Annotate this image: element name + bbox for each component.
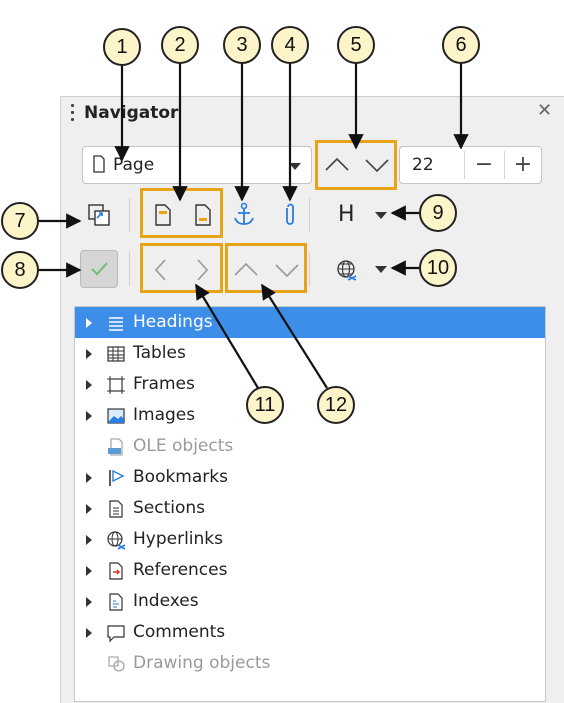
callout-7: 7 xyxy=(1,202,39,240)
callout-6: 6 xyxy=(442,26,480,64)
callout-3: 3 xyxy=(223,26,261,64)
callout-leader-lines xyxy=(37,63,469,389)
callout-12: 12 xyxy=(317,386,355,424)
callout-5: 5 xyxy=(337,26,375,64)
callout-9: 9 xyxy=(419,194,457,232)
callout-4: 4 xyxy=(271,26,309,64)
callout-1: 1 xyxy=(103,28,141,66)
callout-11: 11 xyxy=(246,386,284,424)
callout-2: 2 xyxy=(161,26,199,64)
callout-8: 8 xyxy=(1,251,39,289)
callout-10: 10 xyxy=(419,249,457,287)
